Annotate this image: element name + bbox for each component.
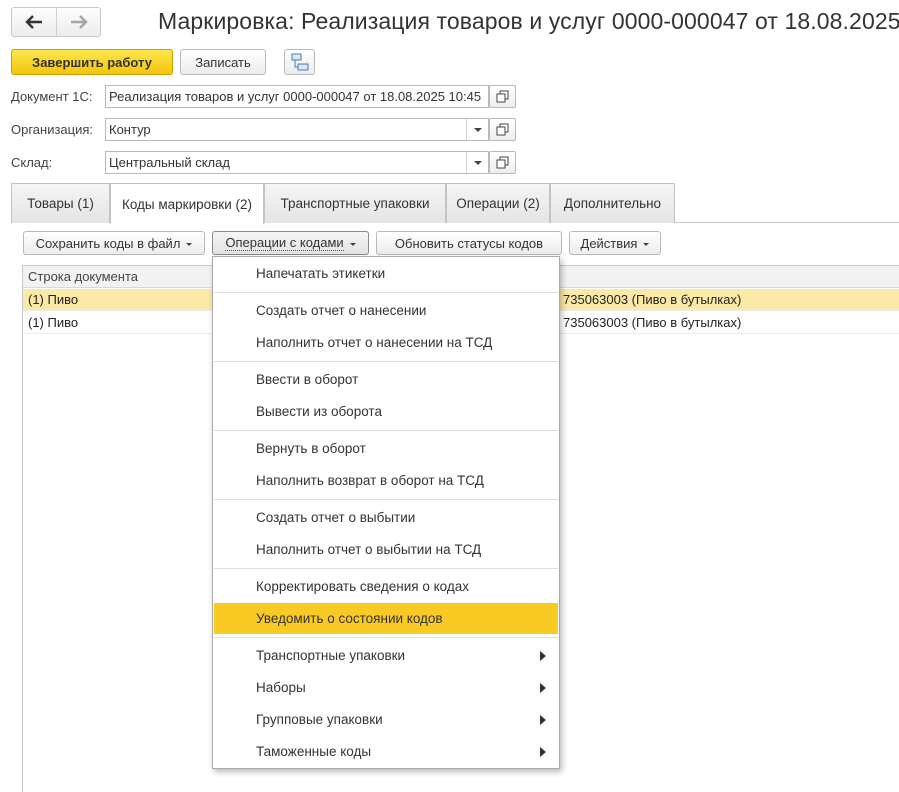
dropdown-icon bbox=[349, 242, 356, 246]
warehouse-open-button[interactable] bbox=[489, 151, 516, 174]
warehouse-value: Центральный склад bbox=[109, 155, 230, 170]
menu-item-correct-code-info[interactable]: Корректировать сведения о кодах bbox=[214, 571, 558, 602]
menu-item-label: Групповые упаковки bbox=[256, 712, 383, 727]
save-codes-button[interactable]: Сохранить коды в файл bbox=[23, 231, 205, 255]
menu-separator bbox=[214, 499, 558, 500]
menu-item-label: Транспортные упаковки bbox=[256, 648, 406, 663]
dropdown-icon bbox=[643, 242, 650, 246]
open-icon bbox=[496, 156, 509, 169]
page-title: Маркировка: Реализация товаров и услуг 0… bbox=[158, 8, 899, 34]
row-product-cell: 735063003 (Пиво в бутылках) bbox=[563, 315, 742, 330]
tab-marking-codes[interactable]: Коды маркировки (2) bbox=[110, 183, 264, 224]
menu-item-print-labels[interactable]: Напечатать этикетки bbox=[214, 258, 558, 289]
menu-item-fill-return-tsd[interactable]: Наполнить возврат в оборот на ТСД bbox=[214, 465, 558, 496]
row-product-cell: 735063003 (Пиво в бутылках) bbox=[563, 292, 742, 307]
submenu-arrow-icon bbox=[540, 683, 546, 693]
menu-item-put-into-circulation[interactable]: Ввести в оборот bbox=[214, 364, 558, 395]
menu-separator bbox=[214, 568, 558, 569]
menu-separator bbox=[214, 361, 558, 362]
menu-item-group-packages[interactable]: Групповые упаковки bbox=[214, 704, 558, 735]
structure-icon bbox=[291, 53, 308, 71]
save-button[interactable]: Записать bbox=[180, 49, 266, 75]
organization-field[interactable]: Контур bbox=[105, 118, 489, 141]
menu-item-label: Наборы bbox=[256, 680, 306, 695]
refresh-statuses-button[interactable]: Обновить статусы кодов bbox=[376, 231, 562, 255]
dropdown-icon bbox=[473, 160, 482, 165]
menu-item-return-to-circulation[interactable]: Вернуть в оборот bbox=[214, 433, 558, 464]
document-label: Документ 1С: bbox=[11, 89, 93, 104]
submenu-arrow-icon bbox=[540, 651, 546, 661]
tab-goods[interactable]: Товары (1) bbox=[11, 183, 110, 223]
back-button[interactable] bbox=[12, 8, 56, 36]
tab-transport-packages[interactable]: Транспортные упаковки bbox=[264, 183, 446, 223]
submenu-arrow-icon bbox=[540, 715, 546, 725]
actions-label: Действия bbox=[580, 235, 638, 251]
column-header-document-line[interactable]: Строка документа bbox=[28, 269, 138, 284]
menu-item-create-application-report[interactable]: Создать отчет о нанесении bbox=[214, 295, 558, 326]
tab-additional[interactable]: Дополнительно bbox=[550, 183, 675, 223]
warehouse-label: Склад: bbox=[11, 155, 53, 170]
document-field[interactable]: Реализация товаров и услуг 0000-000047 о… bbox=[105, 85, 489, 108]
organization-label: Организация: bbox=[11, 122, 94, 137]
menu-item-fill-application-report-tsd[interactable]: Наполнить отчет о нанесении на ТСД bbox=[214, 327, 558, 358]
warehouse-field[interactable]: Центральный склад bbox=[105, 151, 489, 174]
organization-dropdown-button[interactable] bbox=[466, 119, 488, 140]
organization-open-button[interactable] bbox=[489, 118, 516, 141]
code-operations-menu: Напечатать этикетки Создать отчет о нане… bbox=[212, 256, 560, 769]
document-value: Реализация товаров и услуг 0000-000047 о… bbox=[109, 89, 482, 104]
menu-item-sets[interactable]: Наборы bbox=[214, 672, 558, 703]
tab-operations[interactable]: Операции (2) bbox=[446, 183, 550, 223]
menu-item-notify-code-status[interactable]: Уведомить о состоянии кодов bbox=[214, 603, 558, 634]
menu-item-fill-disposal-report-tsd[interactable]: Наполнить отчет о выбытии на ТСД bbox=[214, 534, 558, 565]
menu-item-withdraw-from-circulation[interactable]: Вывести из оборота bbox=[214, 396, 558, 427]
dropdown-icon bbox=[186, 242, 193, 246]
finish-work-button[interactable]: Завершить работу bbox=[11, 49, 173, 75]
submenu-arrow-icon bbox=[540, 747, 546, 757]
code-operations-label: Операции с кодами bbox=[225, 235, 344, 251]
dropdown-icon bbox=[473, 127, 482, 132]
menu-item-transport-packages[interactable]: Транспортные упаковки bbox=[214, 640, 558, 671]
warehouse-dropdown-button[interactable] bbox=[466, 152, 488, 173]
structure-button[interactable] bbox=[284, 49, 315, 75]
menu-item-customs-codes[interactable]: Таможенные коды bbox=[214, 736, 558, 767]
menu-separator bbox=[214, 292, 558, 293]
navigation-buttons bbox=[11, 7, 101, 37]
menu-separator bbox=[214, 430, 558, 431]
save-codes-label: Сохранить коды в файл bbox=[35, 235, 181, 251]
row-line-cell: (1) Пиво bbox=[28, 292, 79, 307]
menu-item-label: Таможенные коды bbox=[256, 744, 372, 759]
actions-button[interactable]: Действия bbox=[569, 231, 661, 255]
back-arrow-icon bbox=[25, 15, 42, 29]
organization-value: Контур bbox=[109, 122, 151, 137]
document-open-button[interactable] bbox=[489, 85, 516, 108]
row-line-cell: (1) Пиво bbox=[28, 315, 79, 330]
open-icon bbox=[496, 123, 509, 136]
open-icon bbox=[496, 90, 509, 103]
menu-separator bbox=[214, 637, 558, 638]
forward-button[interactable] bbox=[56, 8, 100, 36]
code-operations-button[interactable]: Операции с кодами bbox=[212, 231, 369, 255]
forward-arrow-icon bbox=[70, 15, 88, 29]
menu-item-create-disposal-report[interactable]: Создать отчет о выбытии bbox=[214, 502, 558, 533]
